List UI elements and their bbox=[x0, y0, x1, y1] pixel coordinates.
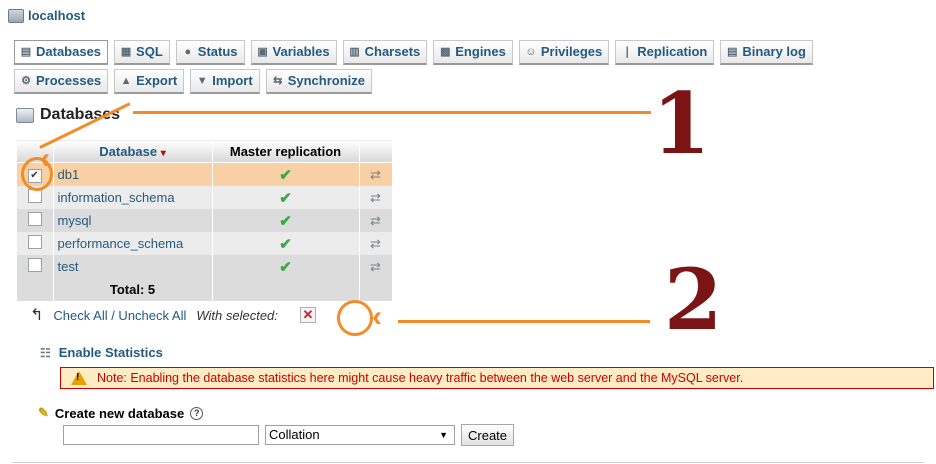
tab-binary-log[interactable]: ▤ Binary log bbox=[720, 40, 813, 65]
databases-table: Database ▾ Master replication ✔ db1 ✔ ⇄ … bbox=[16, 139, 393, 301]
annotation-number-2: 2 bbox=[664, 250, 723, 349]
tab-privileges[interactable]: ☺ Privileges bbox=[518, 40, 610, 65]
check-all-link[interactable]: Check All / Uncheck All bbox=[53, 308, 186, 323]
tab-engines[interactable]: ▩ Engines bbox=[433, 40, 513, 65]
database-link[interactable]: db1 bbox=[53, 162, 213, 186]
check-privileges-icon[interactable]: ⇄ bbox=[359, 255, 393, 278]
row-checkbox[interactable] bbox=[27, 258, 42, 272]
sort-desc-icon: ▾ bbox=[160, 147, 166, 159]
main-tabs-row-1: ▤ Databases ▦ SQL ● Status ▣ Variables ▥ Char… bbox=[14, 40, 813, 65]
notice-box: ! Note: Enabling the database statistics… bbox=[60, 367, 934, 389]
bulk-actions: ↰ Check All / Uncheck All With selected:… bbox=[30, 305, 316, 325]
row-checkbox[interactable] bbox=[27, 235, 42, 249]
database-link[interactable]: test bbox=[53, 255, 213, 278]
tab-replication[interactable]: ❘ Replication bbox=[615, 40, 715, 65]
check-privileges-icon[interactable]: ⇄ bbox=[359, 232, 393, 255]
header-master-replication: Master replication bbox=[211, 139, 360, 163]
engines-icon: ▩ bbox=[440, 45, 451, 58]
tab-export[interactable]: ▲ Export bbox=[114, 69, 185, 94]
annotation-circle-2 bbox=[337, 300, 373, 336]
with-selected-label: With selected: bbox=[196, 307, 278, 323]
server-icon bbox=[8, 8, 24, 23]
status-icon: ● bbox=[184, 45, 192, 58]
replication-check-icon: ✔ bbox=[212, 186, 360, 209]
tab-synchronize[interactable]: ⇆ Synchronize bbox=[265, 69, 372, 94]
database-link[interactable]: information_schema bbox=[53, 186, 213, 209]
header-database[interactable]: Database ▾ bbox=[52, 139, 213, 163]
check-privileges-icon[interactable]: ⇄ bbox=[359, 186, 393, 209]
enable-statistics-link[interactable]: ☷ Enable Statistics bbox=[40, 345, 163, 360]
tab-import[interactable]: ▼ Import bbox=[190, 69, 260, 94]
annotation-line-2 bbox=[398, 320, 650, 323]
divider bbox=[12, 462, 924, 463]
warning-icon: ! bbox=[71, 371, 87, 385]
total-count: Total: 5 bbox=[53, 278, 213, 301]
row-checkbox[interactable] bbox=[27, 212, 42, 226]
annotation-line-1 bbox=[133, 111, 651, 114]
replication-check-icon: ✔ bbox=[212, 255, 360, 278]
new-database-icon: ✎ bbox=[38, 405, 49, 420]
dropdown-arrow-icon: ▼ bbox=[439, 430, 448, 440]
privileges-icon: ☺ bbox=[525, 45, 537, 58]
import-icon: ▼ bbox=[196, 74, 208, 87]
server-name[interactable]: localhost bbox=[28, 8, 85, 23]
tab-variables[interactable]: ▣ Variables bbox=[250, 40, 337, 65]
notice-text: Note: Enabling the database statistics h… bbox=[97, 371, 744, 385]
tab-sql[interactable]: ▦ SQL bbox=[114, 40, 170, 65]
statistics-icon: ☷ bbox=[40, 345, 51, 360]
tab-databases[interactable]: ▤ Databases bbox=[14, 40, 109, 65]
arrow-up-left-icon: ↰ bbox=[30, 307, 44, 324]
replication-icon: ❘ bbox=[622, 45, 632, 58]
processes-icon: ⚙ bbox=[21, 74, 31, 87]
table-row[interactable]: ✔ db1 ✔ ⇄ bbox=[16, 162, 393, 186]
database-link[interactable]: performance_schema bbox=[53, 232, 213, 255]
create-button[interactable]: Create bbox=[461, 424, 515, 446]
server-breadcrumb[interactable]: localhost bbox=[8, 8, 85, 23]
export-icon: ▲ bbox=[120, 74, 132, 87]
tab-processes[interactable]: ⚙ Processes bbox=[14, 69, 109, 94]
replication-check-icon: ✔ bbox=[212, 162, 360, 186]
databases-icon: ▤ bbox=[20, 45, 32, 58]
tab-charsets[interactable]: ▥ Charsets bbox=[342, 40, 428, 65]
new-database-name-input[interactable] bbox=[63, 425, 259, 445]
table-row[interactable]: performance_schema ✔ ⇄ bbox=[16, 232, 393, 255]
annotation-arrowhead-1: ‹ bbox=[40, 142, 50, 175]
annotation-number-1: 1 bbox=[652, 74, 711, 173]
main-tabs-row-2: ⚙ Processes ▲ Export ▼ Import ⇆ Synchronize bbox=[14, 69, 372, 94]
binary-log-icon: ▤ bbox=[727, 45, 738, 58]
replication-check-icon: ✔ bbox=[212, 232, 360, 255]
databases-heading-icon bbox=[16, 107, 34, 123]
annotation-arrowhead-2: ‹ bbox=[372, 300, 382, 333]
check-privileges-icon[interactable]: ⇄ bbox=[359, 162, 393, 186]
table-row[interactable]: information_schema ✔ ⇄ bbox=[16, 186, 393, 209]
charsets-icon: ▥ bbox=[349, 45, 360, 58]
help-icon[interactable]: ? bbox=[190, 406, 204, 420]
check-privileges-icon[interactable]: ⇄ bbox=[359, 209, 393, 232]
database-link[interactable]: mysql bbox=[53, 209, 213, 232]
synchronize-icon: ⇆ bbox=[273, 74, 283, 87]
collation-select[interactable]: Collation ▼ bbox=[265, 425, 455, 445]
create-database-label: ✎ Create new database ? bbox=[38, 405, 204, 421]
tab-status[interactable]: ● Status bbox=[175, 40, 245, 65]
header-action bbox=[358, 139, 393, 163]
drop-databases-button[interactable]: ✕ bbox=[299, 307, 316, 323]
table-row[interactable]: test ✔ ⇄ bbox=[16, 255, 393, 278]
variables-icon: ▣ bbox=[257, 45, 268, 58]
row-checkbox[interactable] bbox=[27, 189, 42, 203]
replication-check-icon: ✔ bbox=[212, 209, 360, 232]
sql-icon: ▦ bbox=[120, 45, 132, 58]
table-row[interactable]: mysql ✔ ⇄ bbox=[16, 209, 393, 232]
table-total-row: Total: 5 bbox=[16, 278, 393, 301]
